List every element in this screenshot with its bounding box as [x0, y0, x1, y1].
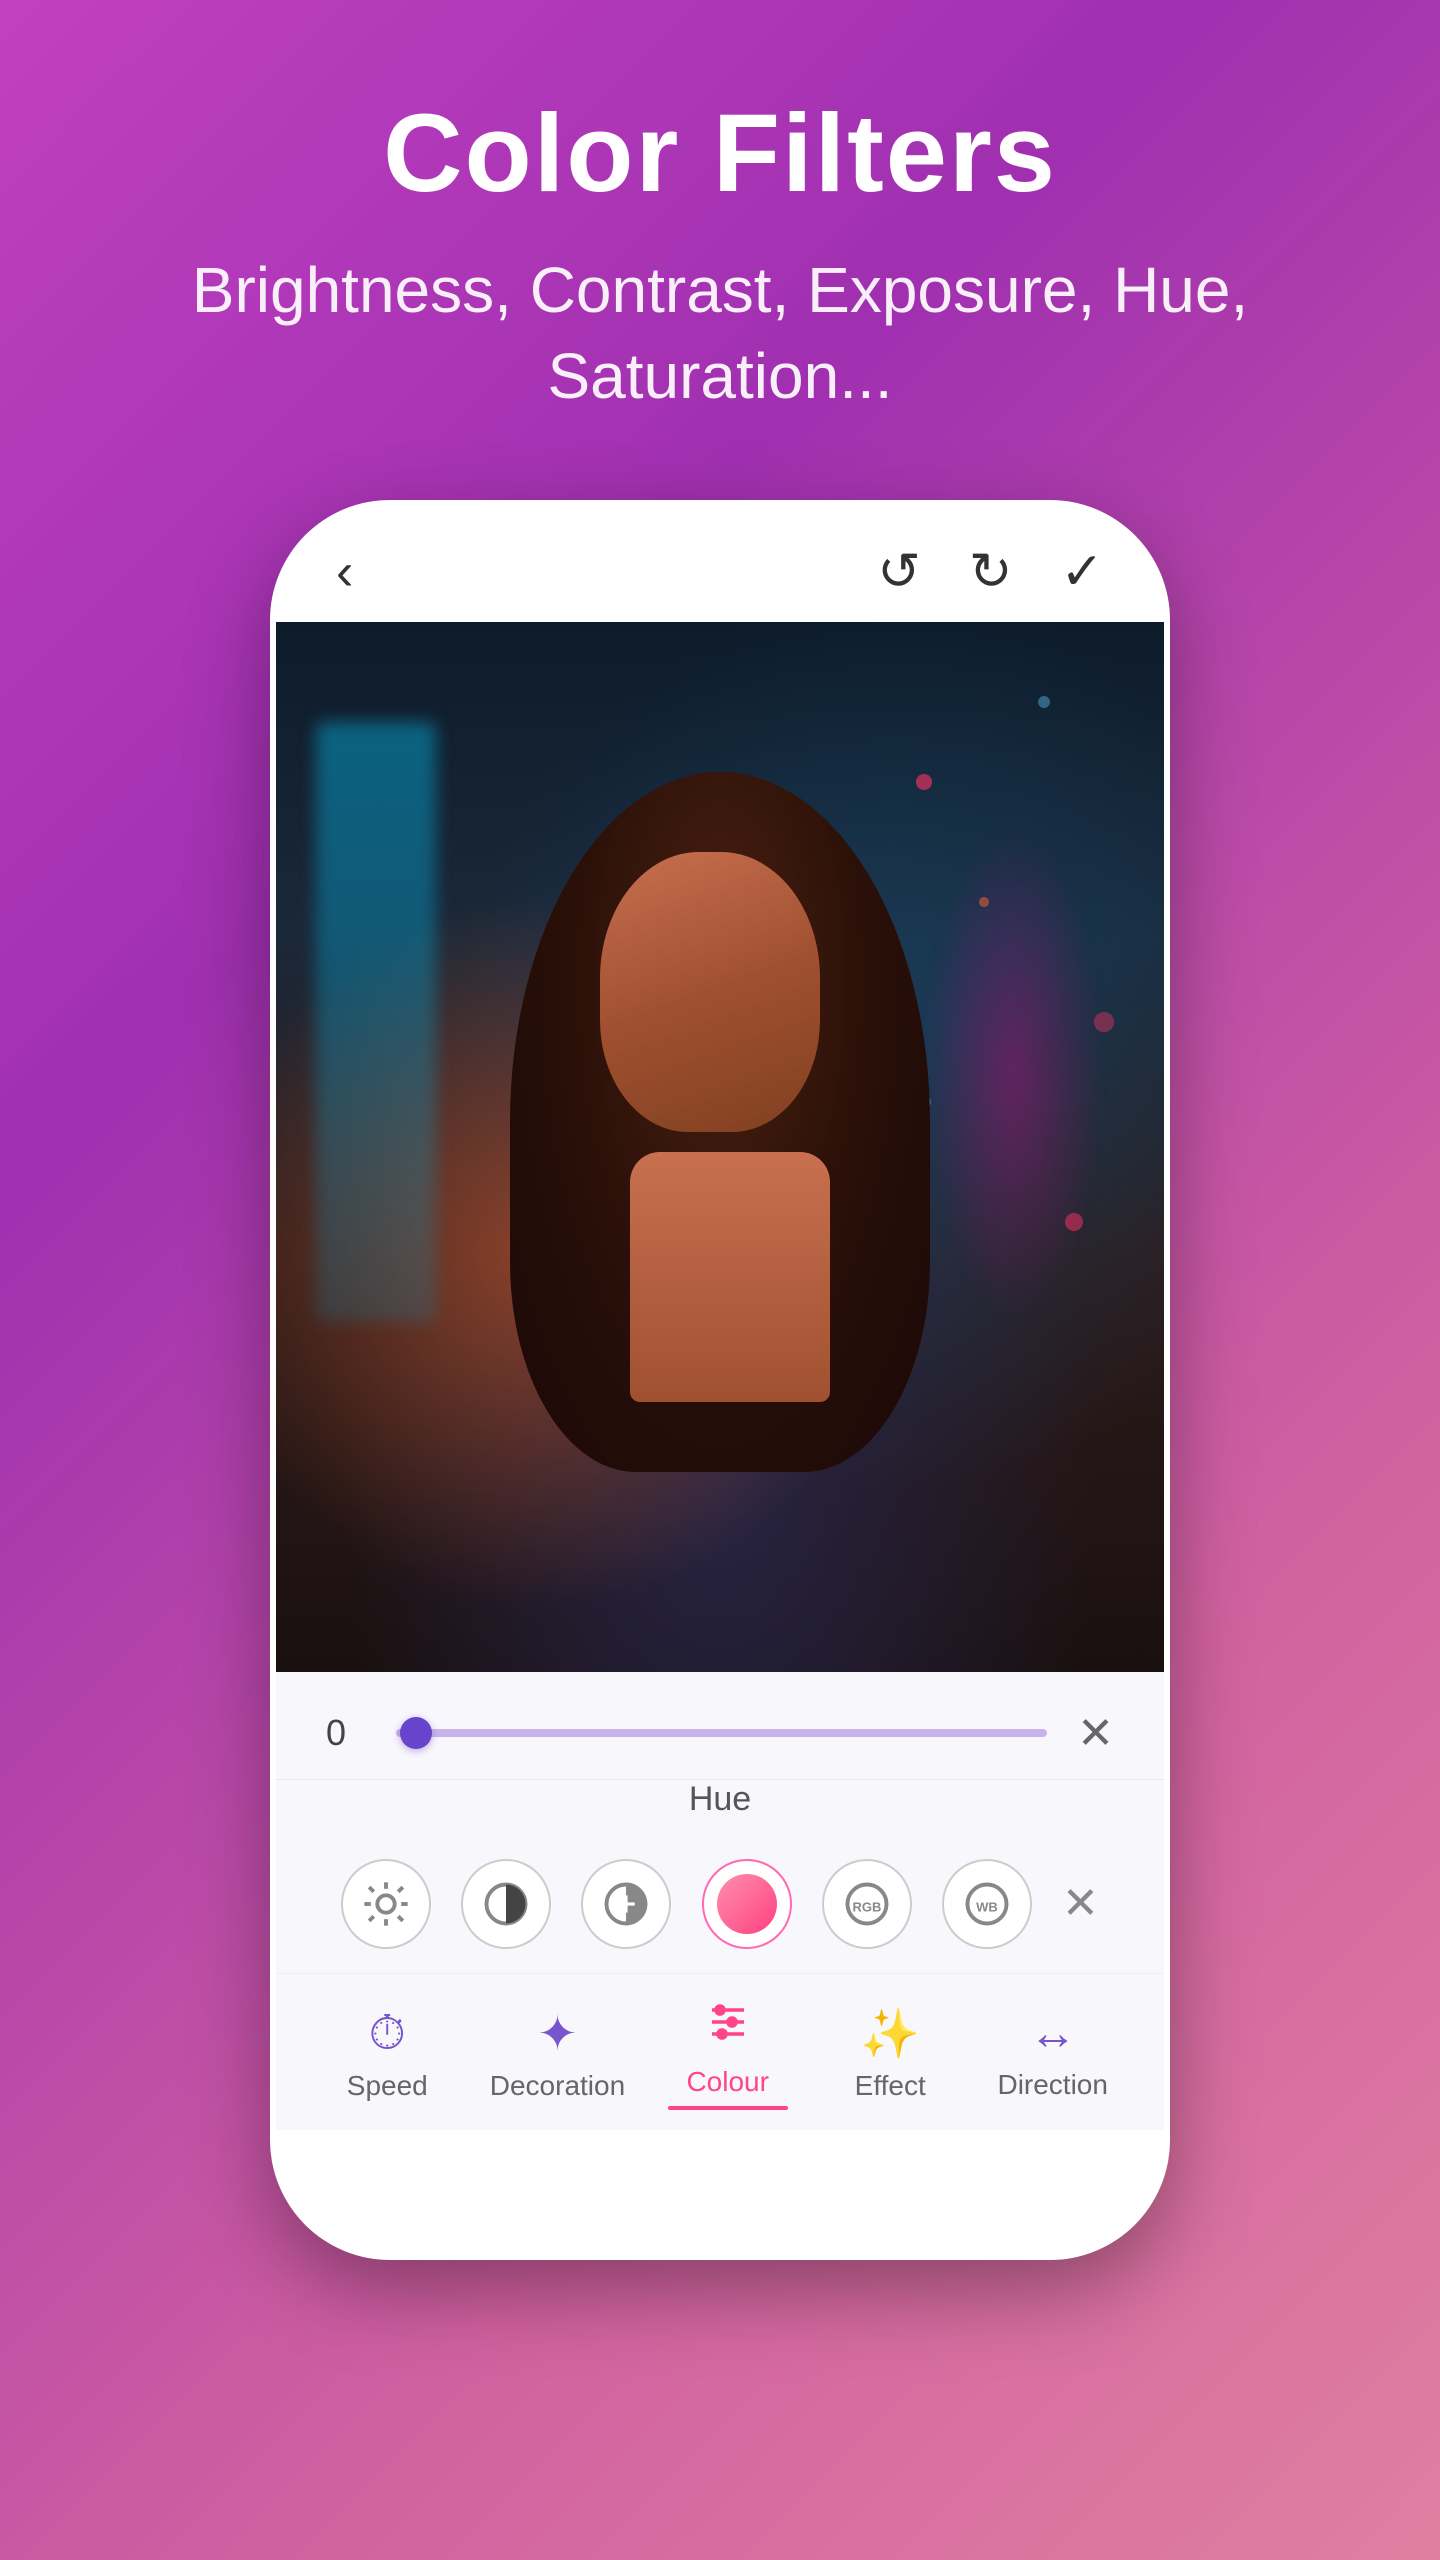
slider-value: 0 [326, 1712, 366, 1754]
bottom-nav: ⏱ Speed ✦ Decoration [276, 1974, 1164, 2130]
nav-speed[interactable]: ⏱ Speed [327, 2006, 447, 2102]
slider-label: Hue [276, 1780, 1164, 1835]
person-image [470, 772, 970, 1672]
photo-area [276, 622, 1164, 1672]
direction-label: Direction [997, 2069, 1107, 2101]
rgb-filter-button[interactable]: RGB [822, 1859, 912, 1949]
effect-icon: ✨ [860, 2005, 920, 2062]
hue-color-indicator [717, 1874, 777, 1934]
slider-close-button[interactable]: ✕ [1077, 1708, 1114, 1759]
undo-button[interactable]: ↺ [877, 542, 921, 602]
nav-colour[interactable]: Colour [668, 1998, 788, 2110]
nav-decoration[interactable]: ✦ Decoration [490, 2006, 625, 2102]
exposure-filter-button[interactable] [581, 1859, 671, 1949]
redo-button[interactable]: ↻ [969, 542, 1013, 602]
filter-close-button[interactable]: ✕ [1062, 1878, 1099, 1929]
nav-direction[interactable]: ↔ Direction [993, 2006, 1113, 2101]
confirm-button[interactable]: ✓ [1060, 542, 1104, 602]
decoration-label: Decoration [490, 2070, 625, 2102]
hue-filter-button[interactable] [702, 1859, 792, 1949]
hue-slider[interactable] [396, 1729, 1047, 1737]
decoration-icon: ✦ [537, 2006, 577, 2062]
wb-filter-button[interactable]: WB [942, 1859, 1032, 1949]
colour-label: Colour [686, 2066, 768, 2098]
svg-text:RGB: RGB [852, 1899, 881, 1914]
contrast-filter-button[interactable] [461, 1859, 551, 1949]
page-subtitle: Brightness, Contrast, Exposure, Hue, Sat… [0, 247, 1440, 420]
active-tab-indicator [668, 2106, 788, 2110]
page-title: Color Filters [383, 90, 1057, 217]
effect-label: Effect [855, 2070, 926, 2102]
nav-effect[interactable]: ✨ Effect [830, 2005, 950, 2102]
phone-mockup: ‹ ↺ ↻ ✓ 0 [270, 500, 1170, 2260]
phone-body: ‹ ↺ ↻ ✓ 0 [270, 500, 1170, 2260]
colour-icon [704, 1998, 752, 2058]
phone-topbar: ‹ ↺ ↻ ✓ [276, 506, 1164, 622]
speed-icon: ⏱ [369, 2006, 406, 2062]
back-button[interactable]: ‹ [336, 542, 353, 602]
svg-text:WB: WB [976, 1899, 998, 1914]
speed-label: Speed [347, 2070, 428, 2102]
filter-icons-row: RGB WB ✕ [276, 1835, 1164, 1974]
slider-row: 0 ✕ [276, 1672, 1164, 1780]
direction-icon: ↔ [1029, 2006, 1077, 2061]
brightness-filter-button[interactable] [341, 1859, 431, 1949]
